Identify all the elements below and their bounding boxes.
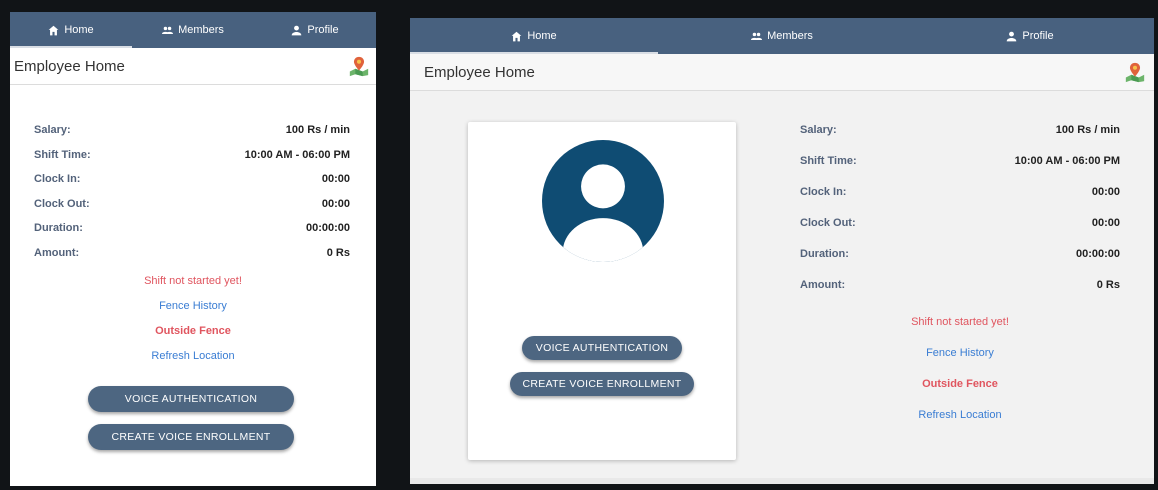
tab-members-label: Members — [178, 24, 224, 36]
tab-profile[interactable]: Profile — [254, 12, 376, 48]
salary-label: Salary: — [34, 124, 71, 137]
panel-bottom-edge — [410, 478, 1154, 484]
salary-value: 100 Rs / min — [285, 124, 350, 137]
status-section: Shift not started yet! Fence History Out… — [10, 268, 376, 368]
profile-icon — [292, 25, 302, 35]
page-header: Employee Home — [410, 54, 1154, 91]
voice-authentication-button[interactable]: VOICE AUTHENTICATION — [522, 336, 682, 360]
create-voice-enrollment-button[interactable]: CREATE VOICE ENROLLMENT — [510, 372, 694, 396]
clock-in-row: Clock In: 00:00 — [800, 176, 1120, 207]
clock-out-label: Clock Out: — [34, 197, 90, 210]
amount-value: 0 Rs — [326, 246, 350, 259]
tab-home-label: Home — [527, 30, 557, 42]
tab-profile-label: Profile — [307, 24, 339, 36]
home-icon — [49, 25, 59, 35]
refresh-location-link[interactable]: Refresh Location — [860, 399, 1060, 430]
create-voice-enrollment-button[interactable]: CREATE VOICE ENROLLMENT — [88, 424, 294, 450]
tab-members[interactable]: Members — [132, 12, 254, 48]
clock-out-row: Clock Out: 00:00 — [34, 192, 350, 217]
amount-label: Amount: — [34, 246, 80, 259]
top-nav: Home Members Profile — [10, 12, 376, 48]
salary-row: Salary: 100 Rs / min — [34, 118, 350, 143]
clock-in-label: Clock In: — [800, 185, 847, 198]
shift-time-label: Shift Time: — [34, 148, 91, 161]
clock-out-label: Clock Out: — [800, 216, 856, 229]
clock-out-row: Clock Out: 00:00 — [800, 207, 1120, 238]
top-nav: Home Members Profile — [410, 18, 1154, 54]
amount-label: Amount: — [800, 278, 846, 291]
tab-home-label: Home — [64, 24, 94, 36]
clock-out-value: 00:00 — [1091, 216, 1120, 229]
page-title: Employee Home — [14, 57, 125, 75]
map-location-icon[interactable] — [348, 55, 370, 77]
amount-row: Amount: 0 Rs — [800, 269, 1120, 300]
avatar-icon — [542, 140, 664, 262]
clock-out-value: 00:00 — [321, 197, 350, 210]
tab-profile-label: Profile — [1022, 30, 1054, 42]
shift-time-value: 10:00 AM - 06:00 PM — [1014, 154, 1120, 167]
clock-in-label: Clock In: — [34, 173, 81, 186]
employee-info-table: Salary: 100 Rs / min Shift Time: 10:00 A… — [34, 118, 350, 265]
clock-in-row: Clock In: 00:00 — [34, 167, 350, 192]
shift-time-row: Shift Time: 10:00 AM - 06:00 PM — [34, 143, 350, 168]
shift-time-value: 10:00 AM - 06:00 PM — [244, 148, 350, 161]
home-icon — [512, 31, 522, 41]
salary-row: Salary: 100 Rs / min — [800, 114, 1120, 145]
shift-time-row: Shift Time: 10:00 AM - 06:00 PM — [800, 145, 1120, 176]
duration-value: 00:00:00 — [1075, 247, 1120, 260]
fence-state-text: Outside Fence — [922, 377, 998, 390]
fence-history-link[interactable]: Fence History — [860, 337, 1060, 368]
members-icon — [162, 26, 174, 34]
clock-in-value: 00:00 — [1091, 185, 1120, 198]
fence-state-text: Outside Fence — [155, 324, 231, 337]
profile-card: VOICE AUTHENTICATION CREATE VOICE ENROLL… — [468, 122, 736, 460]
duration-value: 00:00:00 — [305, 222, 350, 235]
duration-label: Duration: — [800, 247, 849, 260]
shift-status-text: Shift not started yet! — [911, 315, 1009, 328]
refresh-location-link[interactable]: Refresh Location — [10, 343, 376, 368]
clock-in-value: 00:00 — [321, 173, 350, 186]
employee-info-table: Salary: 100 Rs / min Shift Time: 10:00 A… — [800, 114, 1120, 300]
tab-home[interactable]: Home — [410, 18, 658, 54]
page-header: Employee Home — [10, 48, 376, 85]
fence-history-link[interactable]: Fence History — [10, 293, 376, 318]
salary-label: Salary: — [800, 123, 837, 136]
desktop-view-panel: Home Members Profile Employee Home VOICE… — [410, 18, 1154, 484]
duration-label: Duration: — [34, 222, 83, 235]
duration-row: Duration: 00:00:00 — [34, 216, 350, 241]
shift-time-label: Shift Time: — [800, 154, 857, 167]
page-title: Employee Home — [424, 63, 535, 81]
voice-authentication-button[interactable]: VOICE AUTHENTICATION — [88, 386, 294, 412]
shift-status-text: Shift not started yet! — [144, 274, 242, 287]
amount-value: 0 Rs — [1096, 278, 1120, 291]
amount-row: Amount: 0 Rs — [34, 241, 350, 266]
members-icon — [751, 32, 763, 40]
tab-home[interactable]: Home — [10, 12, 132, 48]
status-section: Shift not started yet! Fence History Out… — [860, 306, 1060, 430]
tab-profile[interactable]: Profile — [906, 18, 1154, 54]
mobile-view-panel: Home Members Profile Employee Home Salar… — [10, 12, 376, 486]
duration-row: Duration: 00:00:00 — [800, 238, 1120, 269]
tab-members[interactable]: Members — [658, 18, 906, 54]
map-location-icon[interactable] — [1124, 61, 1146, 83]
profile-icon — [1007, 31, 1017, 41]
salary-value: 100 Rs / min — [1055, 123, 1120, 136]
tab-members-label: Members — [767, 30, 813, 42]
